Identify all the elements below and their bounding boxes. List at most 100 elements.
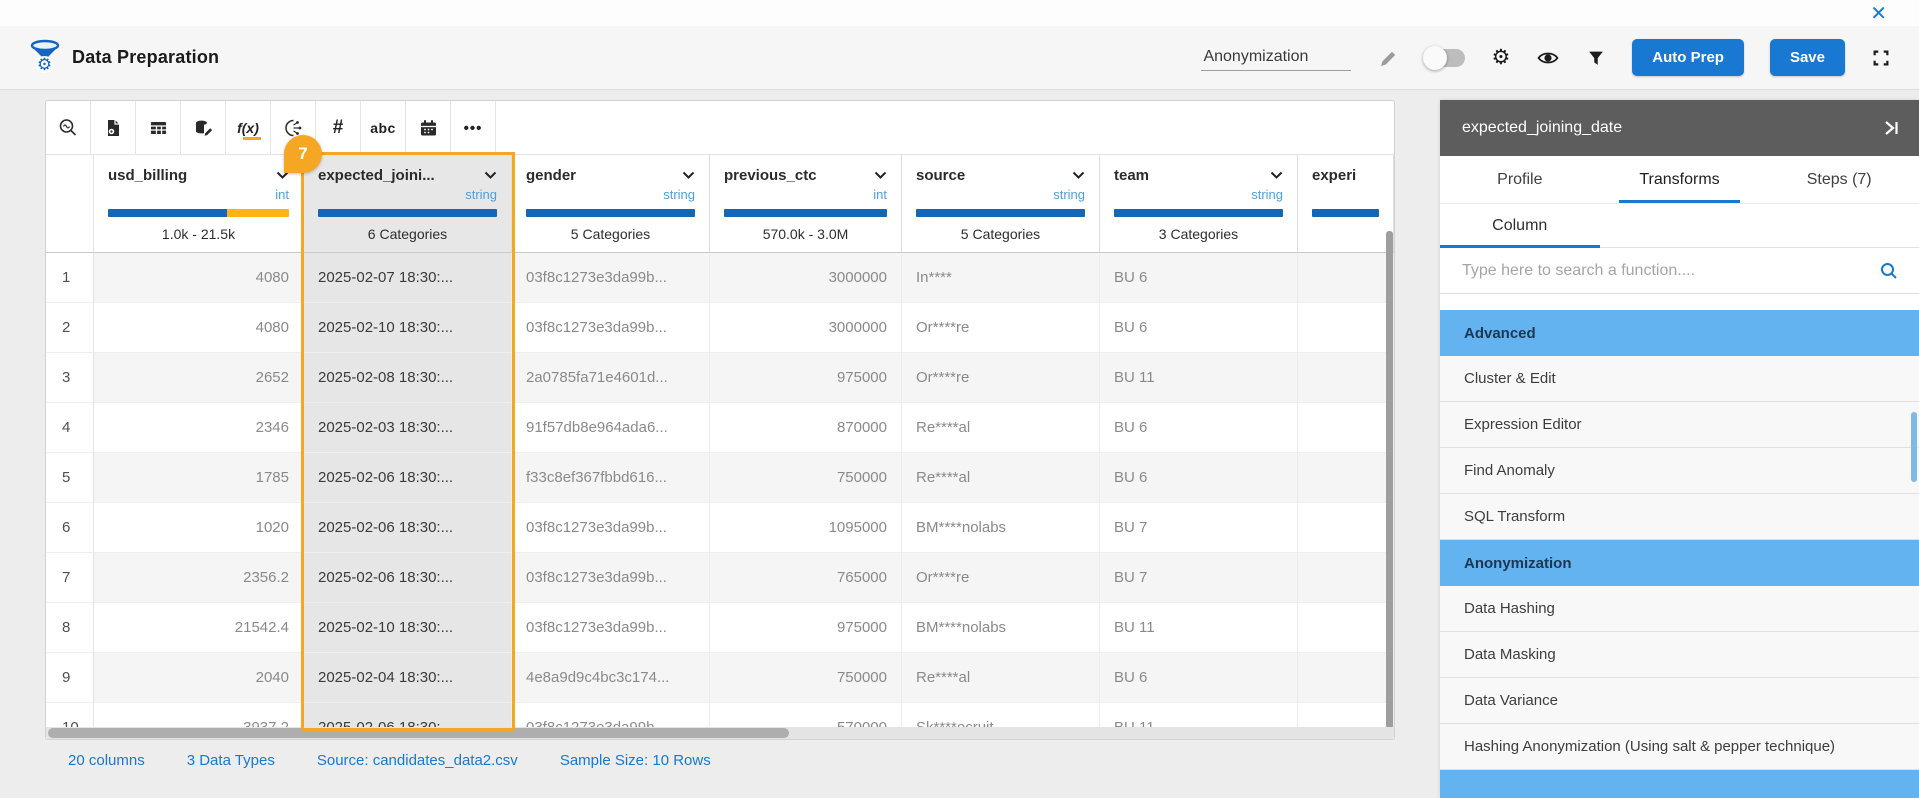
column-range-label: 5 Categories (960, 226, 1041, 242)
cell-previous_ctc: 750000 (710, 453, 902, 503)
column-range-label: 3 Categories (1158, 226, 1239, 242)
cell-experi (1298, 653, 1394, 703)
cell-source: BM****nolabs (902, 603, 1100, 653)
text-type-icon[interactable]: abc (361, 101, 406, 155)
function-item-cluster-edit[interactable]: Cluster & Edit (1440, 356, 1919, 402)
column-header-team[interactable]: team string 3 Categories (1100, 155, 1298, 253)
column-header-gender[interactable]: gender string 5 Categories (512, 155, 710, 253)
cell-expected_joini: 2025-02-03 18:30:... (304, 403, 512, 453)
function-item-data-masking[interactable]: Data Masking (1440, 632, 1919, 678)
panel-header: expected_joining_date (1440, 100, 1919, 156)
function-item-data-variance[interactable]: Data Variance (1440, 678, 1919, 724)
cell-experi (1298, 253, 1394, 303)
quality-bar-segment (227, 209, 289, 217)
horizontal-scrollbar[interactable] (46, 727, 1394, 739)
auto-prep-button[interactable]: Auto Prep (1632, 39, 1744, 76)
table-row: 9 2040 2025-02-04 18:30:... 4e8a9d9c4bc3c17… (46, 653, 1394, 703)
cell-usd_billing: 2652 (94, 353, 304, 403)
database-edit-icon[interactable] (181, 101, 226, 155)
grid-header-row: usd_billing int 1.0k - 21.5k expected_joini… (46, 155, 1394, 253)
fullscreen-icon[interactable] (1871, 48, 1891, 68)
cell-previous_ctc: 3000000 (710, 303, 902, 353)
column-range-label: 1.0k - 21.5k (161, 226, 236, 242)
collapse-panel-icon[interactable] (1881, 118, 1901, 138)
status-bar: 20 columns 3 Data Types Source: candidat… (68, 752, 711, 769)
function-search-input[interactable] (1462, 261, 1879, 280)
close-icon[interactable]: ✕ (1870, 4, 1887, 24)
cell-expected_joini: 2025-02-10 18:30:... (304, 303, 512, 353)
cell-team: BU 11 (1100, 603, 1298, 653)
recipe-name-input[interactable] (1201, 44, 1352, 71)
cell-expected_joini: 2025-02-06 18:30:... (304, 503, 512, 553)
settings-gear-icon[interactable]: ⚙ (1491, 47, 1510, 68)
cell-usd_billing: 2040 (94, 653, 304, 703)
more-icon[interactable]: ••• (451, 101, 496, 155)
preview-eye-icon[interactable] (1536, 48, 1560, 68)
save-button[interactable]: Save (1769, 39, 1845, 76)
column-type-label: string (1053, 187, 1085, 202)
quality-bar-segment (526, 209, 695, 217)
edit-pencil-icon[interactable] (1377, 47, 1399, 69)
chevron-down-icon[interactable] (874, 171, 887, 180)
vertical-scrollbar[interactable] (1386, 231, 1393, 729)
function-category-anonymization[interactable]: Anonymization (1440, 540, 1919, 586)
cell-gender: 03f8c1273e3da99b... (512, 253, 710, 303)
cell-team: BU 6 (1100, 253, 1298, 303)
cell-gender: 2a0785fa71e4601d... (512, 353, 710, 403)
cell-gender: f33c8ef367fbbd616... (512, 453, 710, 503)
tab-profile[interactable]: Profile (1440, 156, 1600, 203)
horizontal-scrollbar-thumb[interactable] (48, 728, 790, 738)
toggle-switch[interactable] (1423, 45, 1466, 70)
function-category-advanced[interactable]: Advanced (1440, 310, 1919, 356)
function-item-find-anomaly[interactable]: Find Anomaly (1440, 448, 1919, 494)
cell-source: Re****al (902, 653, 1100, 703)
table-icon[interactable] (136, 101, 181, 155)
data-preparation-window: ✕ ⚙ Data Preparation ⚙ (0, 0, 1919, 798)
function-item-expression-editor[interactable]: Expression Editor (1440, 402, 1919, 448)
column-name: usd_billing (108, 166, 188, 184)
function-category-next[interactable] (1440, 770, 1919, 798)
row-number: 4 (46, 403, 94, 453)
data-grid-card: f(x) # abc ••• usd_billing int 1.0k - 21.5… (45, 100, 1395, 740)
function-icon[interactable]: f(x) (226, 101, 271, 155)
cell-source: BM****nolabs (902, 503, 1100, 553)
table-row: 6 1020 2025-02-06 18:30:... 03f8c1273e3da99… (46, 503, 1394, 553)
function-item-data-hashing[interactable]: Data Hashing (1440, 586, 1919, 632)
cell-expected_joini: 2025-02-04 18:30:... (304, 653, 512, 703)
chevron-down-icon[interactable] (484, 171, 497, 180)
chevron-down-icon[interactable] (682, 171, 695, 180)
quality-bar-segment (1312, 209, 1379, 217)
column-name: expected_joini... (318, 166, 435, 184)
column-header-usd_billing[interactable]: usd_billing int 1.0k - 21.5k (94, 155, 304, 253)
app-logo-icon: ⚙ (30, 39, 62, 77)
search-icon[interactable] (1879, 261, 1899, 281)
status-columns: 20 columns (68, 752, 145, 769)
panel-scrollbar[interactable] (1911, 412, 1917, 482)
column-header-previous_ctc[interactable]: previous_ctc int 570.0k - 3.0M (710, 155, 902, 253)
column-header-experi[interactable]: experi (1298, 155, 1394, 253)
chevron-down-icon[interactable] (1270, 171, 1283, 180)
toggle-knob (1423, 45, 1448, 70)
search-data-icon[interactable] (46, 101, 91, 155)
file-settings-icon[interactable] (91, 101, 136, 155)
cell-gender: 91f57db8e964ada6... (512, 403, 710, 453)
cell-usd_billing: 4080 (94, 303, 304, 353)
cell-previous_ctc: 570000 (710, 703, 902, 729)
tab-column[interactable]: Column (1440, 204, 1600, 248)
column-header-expected_joini[interactable]: expected_joini... string 6 Categories (304, 155, 512, 253)
cell-team: BU 6 (1100, 403, 1298, 453)
column-name: team (1114, 166, 1150, 184)
column-header-source[interactable]: source string 5 Categories (902, 155, 1100, 253)
cell-experi (1298, 553, 1394, 603)
cell-usd_billing: 21542.4 (94, 603, 304, 653)
row-number: 5 (46, 453, 94, 503)
cell-experi (1298, 703, 1394, 729)
chevron-down-icon[interactable] (1072, 171, 1085, 180)
filter-icon[interactable] (1586, 48, 1606, 68)
date-type-icon[interactable] (406, 101, 451, 155)
function-item-sql-transform[interactable]: SQL Transform (1440, 494, 1919, 540)
tab-transforms[interactable]: Transforms (1600, 156, 1760, 203)
number-type-icon[interactable]: # (316, 101, 361, 155)
function-item-hashing-anonymization-using-salt-pepper-technique-[interactable]: Hashing Anonymization (Using salt & pepp… (1440, 724, 1919, 770)
tab-steps[interactable]: Steps (7) (1759, 156, 1919, 203)
